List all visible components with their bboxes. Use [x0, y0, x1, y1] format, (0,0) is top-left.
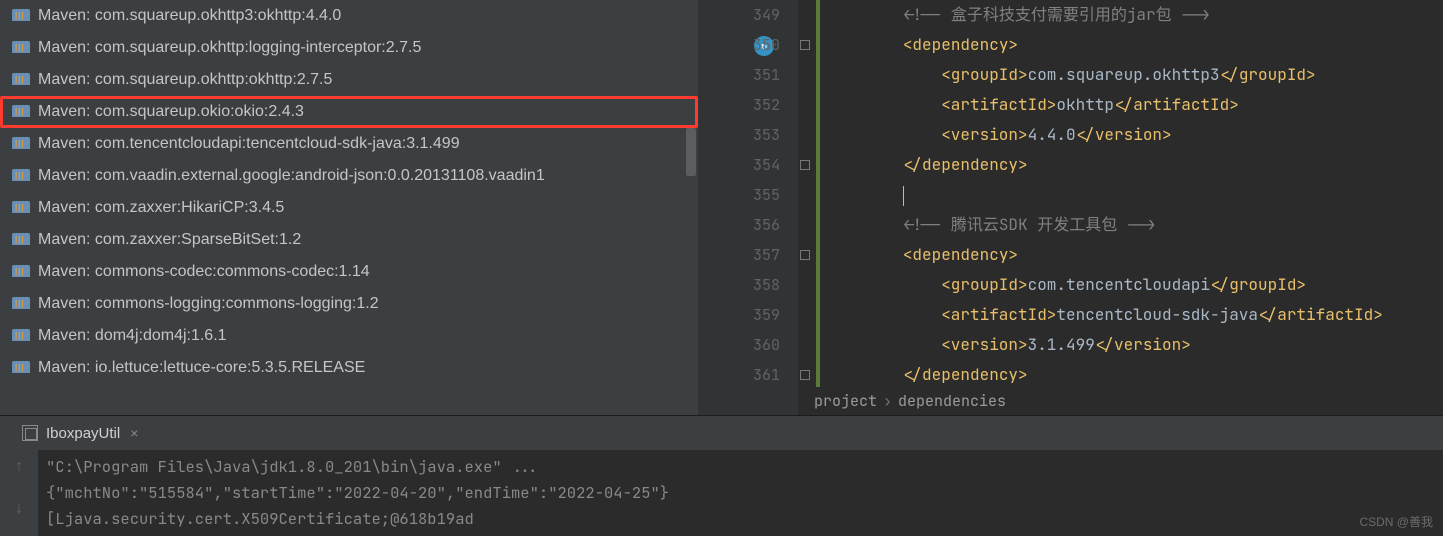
code-line[interactable]: <version>3.1.499</version>: [826, 330, 1443, 360]
line-number: 351: [698, 60, 780, 90]
line-number: 350: [698, 30, 780, 60]
library-icon: [12, 233, 30, 247]
library-label: Maven: com.zaxxer:HikariCP:3.4.5: [38, 199, 284, 217]
breadcrumb-project[interactable]: project: [808, 391, 883, 411]
library-label: Maven: com.tencentcloudapi:tencentcloud-…: [38, 135, 460, 153]
line-number: 360: [698, 330, 780, 360]
library-icon: [12, 361, 30, 375]
code-line[interactable]: <!-- 盒子科技支付需要引用的jar包 -->: [826, 0, 1443, 30]
line-number: 357: [698, 240, 780, 270]
close-icon[interactable]: ×: [130, 425, 138, 441]
library-icon: [12, 9, 30, 23]
library-label: Maven: com.squareup.okhttp:logging-inter…: [38, 39, 421, 57]
text-caret: [903, 186, 904, 206]
library-label: Maven: com.squareup.okhttp:okhttp:2.7.5: [38, 71, 332, 89]
library-icon: [12, 41, 30, 55]
code-line[interactable]: <dependency>: [826, 30, 1443, 60]
code-line[interactable]: [826, 180, 1443, 210]
library-icon: [12, 169, 30, 183]
library-icon: [12, 137, 30, 151]
fold-icon[interactable]: [800, 370, 810, 380]
breadcrumb-separator-icon: ›: [883, 391, 892, 411]
code-line[interactable]: <artifactId>okhttp</artifactId>: [826, 90, 1443, 120]
file-icon: [22, 425, 38, 441]
library-item[interactable]: Maven: commons-logging:commons-logging:1…: [0, 288, 698, 320]
arrow-up-icon[interactable]: ↑: [15, 458, 23, 476]
code-area[interactable]: <!-- 盒子科技支付需要引用的jar包 --> <dependency> <g…: [822, 0, 1443, 415]
library-label: Maven: commons-logging:commons-logging:1…: [38, 295, 379, 313]
code-editor[interactable]: ↻ 34935035135235335435535635735835936036…: [698, 0, 1443, 415]
project-tree[interactable]: Maven: com.squareup.okhttp3:okhttp:4.4.0…: [0, 0, 698, 415]
line-number: 358: [698, 270, 780, 300]
library-item[interactable]: Maven: com.squareup.okhttp3:okhttp:4.4.0: [0, 0, 698, 32]
change-marker-column: [816, 0, 822, 415]
editor-breadcrumbs[interactable]: project › dependencies: [808, 387, 1443, 415]
library-item[interactable]: Maven: com.squareup.okio:okio:2.4.3: [0, 96, 698, 128]
console-toolbar: ↑ ↓: [0, 450, 38, 536]
library-label: Maven: com.squareup.okhttp3:okhttp:4.4.0: [38, 7, 341, 25]
line-number: 353: [698, 120, 780, 150]
library-label: Maven: commons-codec:commons-codec:1.14: [38, 263, 370, 281]
console-tabs[interactable]: IboxpayUtil ×: [0, 416, 1443, 450]
library-label: Maven: com.zaxxer:SparseBitSet:1.2: [38, 231, 301, 249]
code-line[interactable]: <!-- 腾讯云SDK 开发工具包 -->: [826, 210, 1443, 240]
code-line[interactable]: </dependency>: [826, 150, 1443, 180]
code-line[interactable]: </dependency>: [826, 360, 1443, 390]
line-number: 361: [698, 360, 780, 390]
library-item[interactable]: Maven: com.zaxxer:HikariCP:3.4.5: [0, 192, 698, 224]
fold-icon[interactable]: [800, 40, 810, 50]
line-number: 355: [698, 180, 780, 210]
code-line[interactable]: <groupId>com.tencentcloudapi</groupId>: [826, 270, 1443, 300]
line-number: 359: [698, 300, 780, 330]
console-line[interactable]: [Ljava.security.cert.X509Certificate;@61…: [46, 506, 1435, 532]
library-label: Maven: com.squareup.okio:okio:2.4.3: [38, 103, 304, 121]
library-icon: [12, 201, 30, 215]
breadcrumb-dependencies[interactable]: dependencies: [892, 391, 1012, 411]
library-label: Maven: io.lettuce:lettuce-core:5.3.5.REL…: [38, 359, 365, 377]
library-icon: [12, 329, 30, 343]
code-line[interactable]: <dependency>: [826, 240, 1443, 270]
library-icon: [12, 105, 30, 119]
line-number: 349: [698, 0, 780, 30]
console-line[interactable]: "C:\Program Files\Java\jdk1.8.0_201\bin\…: [46, 454, 1435, 480]
code-line[interactable]: <version>4.4.0</version>: [826, 120, 1443, 150]
library-item[interactable]: Maven: com.squareup.okhttp:logging-inter…: [0, 32, 698, 64]
console-output[interactable]: "C:\Program Files\Java\jdk1.8.0_201\bin\…: [38, 450, 1443, 536]
library-item[interactable]: Maven: com.tencentcloudapi:tencentcloud-…: [0, 128, 698, 160]
tree-scrollbar[interactable]: [686, 128, 696, 176]
library-icon: [12, 73, 30, 87]
line-number: 354: [698, 150, 780, 180]
library-item[interactable]: Maven: commons-codec:commons-codec:1.14: [0, 256, 698, 288]
fold-icon[interactable]: [800, 250, 810, 260]
fold-column[interactable]: [798, 0, 816, 415]
code-line[interactable]: <groupId>com.squareup.okhttp3</groupId>: [826, 60, 1443, 90]
library-icon: [12, 297, 30, 311]
arrow-down-icon[interactable]: ↓: [15, 500, 23, 518]
library-label: Maven: com.vaadin.external.google:androi…: [38, 167, 545, 185]
library-item[interactable]: Maven: dom4j:dom4j:1.6.1: [0, 320, 698, 352]
library-label: Maven: dom4j:dom4j:1.6.1: [38, 327, 227, 345]
console-tab-label[interactable]: IboxpayUtil: [46, 425, 120, 442]
line-number: 356: [698, 210, 780, 240]
library-icon: [12, 265, 30, 279]
library-item[interactable]: Maven: io.lettuce:lettuce-core:5.3.5.REL…: [0, 352, 698, 384]
console-line[interactable]: {"mchtNo":"515584","startTime":"2022-04-…: [46, 480, 1435, 506]
library-item[interactable]: Maven: com.squareup.okhttp:okhttp:2.7.5: [0, 64, 698, 96]
editor-gutter: ↻ 34935035135235335435535635735835936036…: [698, 0, 798, 415]
line-number: 352: [698, 90, 780, 120]
library-item[interactable]: Maven: com.vaadin.external.google:androi…: [0, 160, 698, 192]
fold-icon[interactable]: [800, 160, 810, 170]
console-panel: IboxpayUtil × ↑ ↓ "C:\Program Files\Java…: [0, 415, 1443, 536]
watermark: CSDN @善我: [1359, 513, 1433, 530]
library-item[interactable]: Maven: com.zaxxer:SparseBitSet:1.2: [0, 224, 698, 256]
code-line[interactable]: <artifactId>tencentcloud-sdk-java</artif…: [826, 300, 1443, 330]
